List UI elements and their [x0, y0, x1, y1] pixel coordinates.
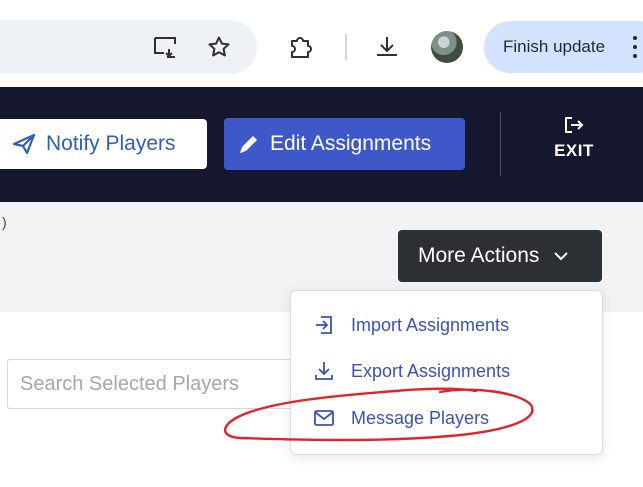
send-icon: [12, 133, 36, 155]
cast-icon[interactable]: [151, 32, 181, 62]
more-actions-menu: Import Assignments Export Assignments Me…: [290, 290, 603, 455]
search-input[interactable]: [7, 359, 307, 409]
logout-icon: [565, 117, 584, 133]
toolbar-separator: [345, 34, 347, 60]
pencil-icon: [240, 136, 257, 153]
star-icon[interactable]: [204, 32, 234, 62]
cropped-glyph: ): [2, 214, 7, 230]
export-icon: [315, 362, 333, 380]
finish-update-button[interactable]: Finish update: [484, 21, 643, 73]
edit-assignments-button[interactable]: Edit Assignments: [224, 118, 465, 170]
menu-item-label: Import Assignments: [351, 314, 510, 335]
more-actions-label: More Actions: [418, 244, 540, 267]
header-divider: [500, 112, 501, 176]
extensions-icon[interactable]: [286, 32, 316, 62]
app-header: Notify Players Edit Assignments EXIT: [0, 87, 643, 202]
notify-players-button[interactable]: Notify Players: [0, 119, 207, 169]
chevron-down-icon: [554, 252, 569, 261]
profile-avatar[interactable]: [431, 31, 463, 63]
edit-assignments-label: Edit Assignments: [270, 132, 432, 155]
finish-update-label: Finish update: [503, 37, 606, 56]
import-icon: [316, 316, 332, 334]
download-icon[interactable]: [372, 32, 402, 62]
browser-toolbar: Finish update: [0, 0, 643, 87]
menu-item-export-assignments[interactable]: Export Assignments: [313, 356, 510, 386]
menu-item-label: Message Players: [351, 407, 490, 428]
more-actions-button[interactable]: More Actions: [398, 230, 602, 282]
exit-button[interactable]: EXIT: [546, 115, 602, 171]
menu-item-import-assignments[interactable]: Import Assignments: [313, 310, 509, 340]
mail-icon: [314, 410, 334, 426]
page: Finish update Notify Players Edit Assign…: [0, 0, 643, 487]
notify-players-label: Notify Players: [46, 132, 176, 155]
exit-label: EXIT: [554, 141, 594, 160]
menu-item-label: Export Assignments: [351, 360, 511, 381]
more-vert-icon[interactable]: [633, 36, 637, 58]
menu-item-message-players[interactable]: Message Players: [313, 403, 489, 433]
